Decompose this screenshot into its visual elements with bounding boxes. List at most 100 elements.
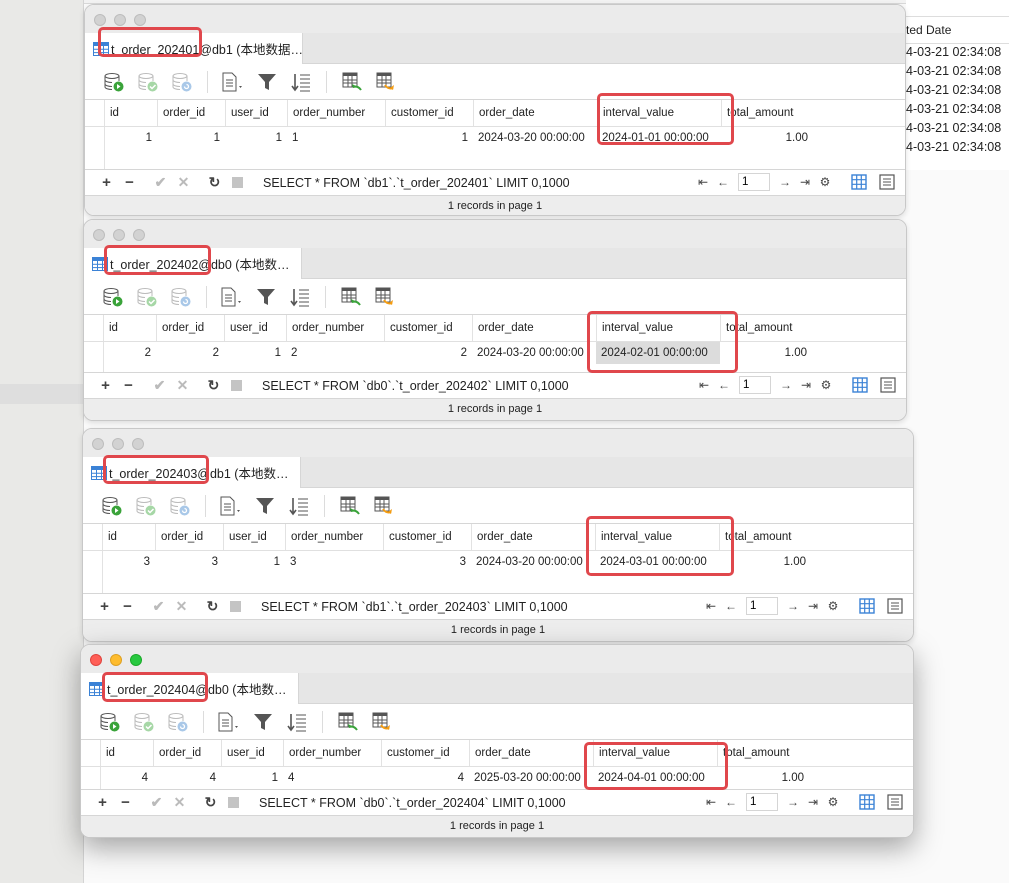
page-number-input[interactable] — [746, 597, 778, 615]
refresh-button[interactable]: ↻ — [202, 376, 225, 396]
row-gutter[interactable] — [83, 551, 103, 573]
grid-view-button[interactable] — [850, 375, 870, 395]
column-header-id[interactable]: id — [105, 100, 157, 126]
minimize-window-button[interactable] — [113, 229, 125, 241]
text-view-dropdown[interactable] — [214, 492, 248, 520]
column-header-total-amount[interactable]: total_amount — [721, 100, 813, 126]
cell-order-number[interactable]: 2 — [286, 342, 384, 364]
column-header-id[interactable]: id — [104, 315, 156, 341]
column-header-total-amount[interactable]: total_amount — [717, 740, 809, 766]
table-tab[interactable]: t_order_202403@db1 (本地数… — [83, 457, 301, 488]
column-header-customer-id[interactable]: customer_id — [381, 740, 469, 766]
refresh-button[interactable]: ↻ — [199, 793, 222, 813]
cell-customer-id[interactable]: 1 — [385, 127, 473, 149]
grid-view-button[interactable] — [849, 172, 869, 192]
cell-user-id[interactable]: 1 — [224, 342, 286, 364]
last-page-button[interactable]: ⇥ — [803, 792, 823, 812]
grid-view-button[interactable] — [857, 792, 877, 812]
column-header-order-date[interactable]: order_date — [472, 315, 596, 341]
form-view-button[interactable] — [885, 596, 905, 616]
discard-changes-button[interactable]: ✕ — [171, 376, 194, 396]
add-row-button[interactable]: + — [94, 376, 117, 396]
text-view-dropdown[interactable] — [215, 283, 249, 311]
form-view-button[interactable] — [878, 375, 898, 395]
import-button[interactable] — [334, 283, 368, 311]
filter-button[interactable] — [249, 283, 283, 311]
cell-order-number[interactable]: 1 — [287, 127, 385, 149]
row-gutter[interactable] — [85, 127, 105, 149]
sort-button[interactable] — [282, 492, 316, 520]
cell-total-amount[interactable]: 1.00 — [720, 342, 812, 364]
first-page-button[interactable]: ⇤ — [701, 596, 721, 616]
text-view-dropdown[interactable] — [216, 68, 250, 96]
column-header-user-id[interactable]: user_id — [223, 524, 285, 550]
row-gutter[interactable] — [81, 767, 101, 789]
stop-button[interactable] — [222, 793, 245, 813]
cell-total-amount[interactable]: 1.00 — [717, 767, 809, 789]
delete-row-button[interactable]: − — [118, 173, 141, 193]
column-header-id[interactable]: id — [101, 740, 153, 766]
delete-row-button[interactable]: − — [114, 793, 137, 813]
column-header-order-id[interactable]: order_id — [156, 315, 224, 341]
cell-order-date[interactable]: 2024-03-20 00:00:00 — [472, 342, 596, 364]
cell-order-id[interactable]: 3 — [155, 551, 223, 573]
cell-id[interactable]: 4 — [101, 767, 153, 789]
close-window-button[interactable] — [92, 438, 104, 450]
filter-button[interactable] — [246, 708, 280, 736]
delete-row-button[interactable]: − — [116, 597, 139, 617]
cell-total-amount[interactable]: 1.00 — [721, 127, 813, 149]
cell-order-number[interactable]: 4 — [283, 767, 381, 789]
add-row-button[interactable]: + — [91, 793, 114, 813]
export-button[interactable] — [369, 68, 403, 96]
close-window-button[interactable] — [90, 654, 102, 666]
import-button[interactable] — [333, 492, 367, 520]
column-header-order-number[interactable]: order_number — [285, 524, 383, 550]
column-header-order-number[interactable]: order_number — [287, 100, 385, 126]
apply-changes-button[interactable]: ✔ — [147, 597, 170, 617]
cell-order-number[interactable]: 3 — [285, 551, 383, 573]
cell-customer-id[interactable]: 3 — [383, 551, 471, 573]
column-header-customer-id[interactable]: customer_id — [385, 100, 473, 126]
filter-button[interactable] — [250, 68, 284, 96]
page-number-input[interactable] — [738, 173, 770, 191]
settings-gear-button[interactable]: ⚙ — [815, 172, 835, 192]
settings-gear-button[interactable]: ⚙ — [816, 375, 836, 395]
column-header-order-id[interactable]: order_id — [155, 524, 223, 550]
run-query-button[interactable] — [97, 68, 131, 96]
column-header-interval-value[interactable]: interval_value — [597, 100, 721, 126]
table-tab[interactable]: t_order_202404@db0 (本地数… — [81, 673, 299, 704]
cell-order-id[interactable]: 4 — [153, 767, 221, 789]
commit-button[interactable] — [130, 283, 164, 311]
zoom-window-button[interactable] — [134, 14, 146, 26]
cell-order-date[interactable]: 2024-03-20 00:00:00 — [471, 551, 595, 573]
page-number-input[interactable] — [746, 793, 778, 811]
table-row[interactable]: 1 1 1 1 1 2024-03-20 00:00:00 2024-01-01 00:00… — [85, 127, 905, 149]
column-header-order-date[interactable]: order_date — [473, 100, 597, 126]
cell-interval-value[interactable]: 2024-03-01 00:00:00 — [595, 551, 719, 573]
sort-button[interactable] — [280, 708, 314, 736]
window-titlebar[interactable] — [83, 429, 913, 457]
cell-user-id[interactable]: 1 — [221, 767, 283, 789]
commit-button[interactable] — [131, 68, 165, 96]
cell-id[interactable]: 2 — [104, 342, 156, 364]
zoom-window-button[interactable] — [130, 654, 142, 666]
column-header-user-id[interactable]: user_id — [225, 100, 287, 126]
cell-id[interactable]: 3 — [103, 551, 155, 573]
first-page-button[interactable]: ⇤ — [694, 375, 714, 395]
previous-page-button[interactable]: ← — [721, 792, 741, 812]
minimize-window-button[interactable] — [112, 438, 124, 450]
row-gutter[interactable] — [84, 342, 104, 364]
next-page-button[interactable]: → — [775, 172, 795, 192]
cell-order-date[interactable]: 2024-03-20 00:00:00 — [473, 127, 597, 149]
previous-page-button[interactable]: ← — [714, 375, 734, 395]
column-header-user-id[interactable]: user_id — [224, 315, 286, 341]
close-window-button[interactable] — [94, 14, 106, 26]
text-view-dropdown[interactable] — [212, 708, 246, 736]
column-header-order-date[interactable]: order_date — [471, 524, 595, 550]
column-header-customer-id[interactable]: customer_id — [384, 315, 472, 341]
grid-view-button[interactable] — [857, 596, 877, 616]
cell-user-id[interactable]: 1 — [225, 127, 287, 149]
export-button[interactable] — [367, 492, 401, 520]
stop-button[interactable] — [224, 597, 247, 617]
filter-button[interactable] — [248, 492, 282, 520]
